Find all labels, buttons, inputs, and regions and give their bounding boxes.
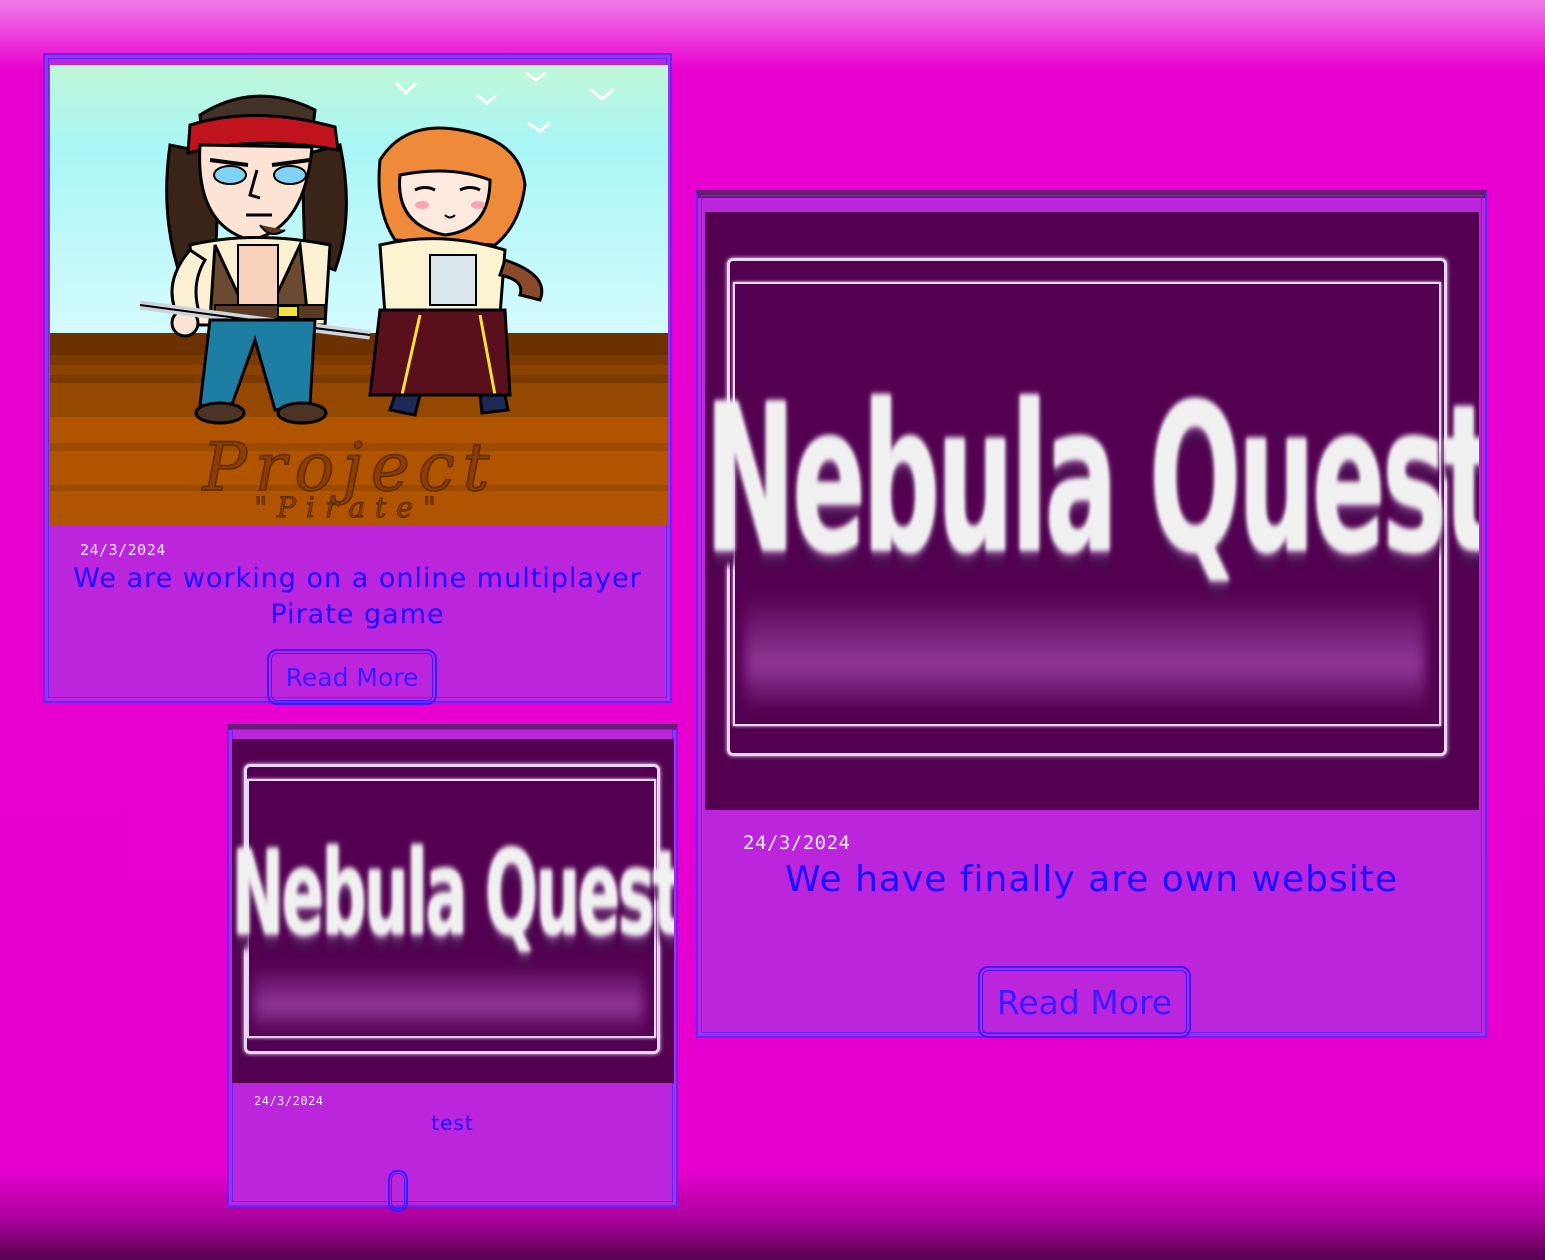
watermark-pirate: "Pirate" (254, 491, 445, 524)
post-card-test: Nebula Quest Ent. 24/3/2024 test (227, 724, 678, 1212)
post-card-website: Nebula Quest Ent. 24/3/2024 We have fina… (696, 190, 1487, 1038)
logo-glow (254, 964, 644, 1034)
read-more-button[interactable]: Read More (267, 649, 437, 705)
read-more-button[interactable] (388, 1170, 408, 1212)
logo-text: Nebula Quest Ent. (705, 362, 1479, 600)
post-date: 24/3/2024 (254, 1094, 324, 1108)
post-title[interactable]: test (229, 1110, 676, 1136)
post-date: 24/3/2024 (743, 832, 851, 854)
logo-text: Nebula Quest Ent. (232, 823, 674, 963)
post-title[interactable]: We are working on a online multiplayer P… (45, 561, 670, 633)
post-image-website[interactable]: Nebula Quest Ent. (705, 212, 1479, 810)
post-image-test[interactable]: Nebula Quest Ent. (232, 739, 674, 1083)
post-image-pirate[interactable]: Project "Pirate" (50, 65, 668, 525)
post-date: 24/3/2024 (80, 541, 166, 559)
read-more-button[interactable]: Read More (978, 966, 1191, 1038)
post-card-pirate: Project "Pirate" 24/3/2024 We are workin… (43, 53, 672, 705)
nebula-quest-logo: Nebula Quest Ent. (232, 739, 674, 1083)
logo-glow (745, 592, 1425, 712)
nebula-quest-logo: Nebula Quest Ent. (705, 212, 1479, 810)
pirate-illustration: Project "Pirate" (50, 65, 668, 525)
post-title[interactable]: We have finally are own website (698, 858, 1485, 902)
